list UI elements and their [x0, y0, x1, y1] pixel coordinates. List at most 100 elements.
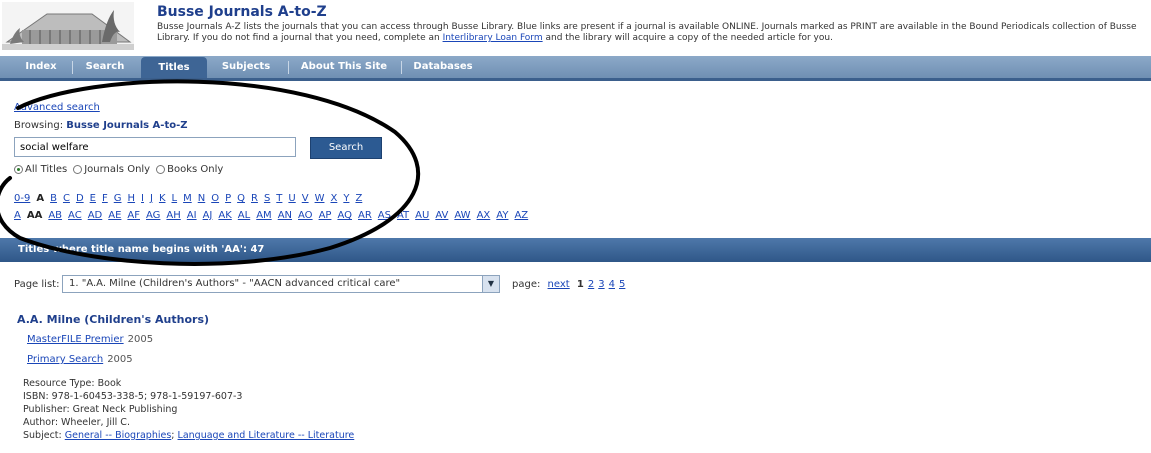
letter-item: AK — [218, 210, 231, 221]
letter-link-ac[interactable]: AC — [68, 210, 82, 221]
letter-link-0-9[interactable]: 0-9 — [14, 193, 30, 204]
letter-link-v[interactable]: V — [302, 193, 309, 204]
letter-link-y[interactable]: Y — [343, 193, 349, 204]
letter-link-m[interactable]: M — [183, 193, 192, 204]
record-details: Resource Type: Book ISBN: 978-1-60453-33… — [23, 377, 354, 442]
letter-link-ad[interactable]: AD — [88, 210, 103, 221]
browsing-label: Browsing: — [14, 120, 64, 131]
alphabet-index: 0-9 A B C D E F G H I J K L M N O P Q R S T U V W X Y Z — [14, 193, 368, 204]
letter-link-s[interactable]: S — [264, 193, 270, 204]
page-list-select[interactable]: 1. "A.A. Milne (Children's Authors" - "A… — [62, 275, 500, 293]
letter-link-ap[interactable]: AP — [319, 210, 332, 221]
letter-link-b[interactable]: B — [50, 193, 57, 204]
letter-item: AF — [127, 210, 140, 221]
letter-link-ar[interactable]: AR — [358, 210, 372, 221]
letter-item: AX — [477, 210, 491, 221]
subject-link-literature[interactable]: Language and Literature -- Literature — [178, 430, 355, 441]
search-input[interactable] — [14, 137, 296, 157]
letter-link-x[interactable]: X — [330, 193, 337, 204]
letter-link-ai[interactable]: AI — [187, 210, 197, 221]
letter-link-i[interactable]: I — [141, 193, 144, 204]
letter-link-ao[interactable]: AO — [298, 210, 313, 221]
letter-link-at[interactable]: AT — [397, 210, 409, 221]
letter-link-z[interactable]: Z — [355, 193, 362, 204]
letter-link-af[interactable]: AF — [127, 210, 140, 221]
nav-search[interactable]: Search — [80, 56, 130, 78]
radio-books-only[interactable]: Books Only — [156, 164, 223, 175]
letter-link-l[interactable]: L — [172, 193, 178, 204]
source-link-masterfile[interactable]: MasterFILE Premier — [27, 334, 124, 345]
next-page-link[interactable]: next — [548, 279, 570, 290]
letter-link-d[interactable]: D — [76, 193, 84, 204]
letter-link-au[interactable]: AU — [415, 210, 429, 221]
letter-link-e[interactable]: E — [90, 193, 96, 204]
page-header: Busse Journals A-to-Z Busse Journals A-Z… — [0, 0, 1151, 52]
page-link-2[interactable]: 2 — [588, 279, 594, 290]
page-link-4[interactable]: 4 — [609, 279, 615, 290]
letter-item: J — [150, 193, 153, 204]
radio-label: Books Only — [167, 164, 224, 175]
letter-link-am[interactable]: AM — [256, 210, 271, 221]
letter-link-c[interactable]: C — [63, 193, 70, 204]
page-link-3[interactable]: 3 — [598, 279, 604, 290]
advanced-search-link[interactable]: Advanced search — [14, 102, 100, 113]
letter-link-ag[interactable]: AG — [146, 210, 160, 221]
letter-link-ah[interactable]: AH — [166, 210, 180, 221]
letter-link-aj[interactable]: AJ — [203, 210, 213, 221]
letter-link-av[interactable]: AV — [435, 210, 448, 221]
source-row: Primary Search 2005 — [27, 354, 133, 365]
letter-link-q[interactable]: Q — [237, 193, 245, 204]
letter-link-j[interactable]: J — [150, 193, 153, 204]
page-label: page: — [512, 279, 541, 290]
letter-link-w[interactable]: W — [315, 193, 325, 204]
letter-link-al[interactable]: AL — [238, 210, 250, 221]
letter-link-a[interactable]: A — [14, 210, 21, 221]
letter-item: N — [198, 193, 205, 204]
letter-link-az[interactable]: AZ — [514, 210, 528, 221]
letter-link-an[interactable]: AN — [278, 210, 292, 221]
nav-databases[interactable]: Databases — [408, 56, 478, 78]
letter-link-f[interactable]: F — [102, 193, 108, 204]
letter-link-h[interactable]: H — [128, 193, 136, 204]
letter-link-ax[interactable]: AX — [477, 210, 491, 221]
letter-link-ak[interactable]: AK — [218, 210, 231, 221]
radio-unselected-icon — [73, 165, 83, 174]
title-type-options: All Titles Journals Only Books Only — [14, 164, 223, 175]
current-page: 1 — [576, 279, 584, 290]
letter-item: 0-9 — [14, 193, 30, 204]
letter-item: AC — [68, 210, 82, 221]
letter-link-n[interactable]: N — [198, 193, 205, 204]
radio-selected-icon — [14, 165, 23, 174]
browsing-info: Browsing: Busse Journals A-to-Z — [14, 120, 188, 131]
source-link-primary-search[interactable]: Primary Search — [27, 354, 103, 365]
letter-link-ay[interactable]: AY — [496, 210, 508, 221]
letter-link-r[interactable]: R — [251, 193, 258, 204]
letter-link-aq[interactable]: AQ — [337, 210, 352, 221]
nav-divider — [288, 61, 289, 74]
letter-link-o[interactable]: O — [211, 193, 219, 204]
letter-link-ae[interactable]: AE — [108, 210, 121, 221]
letter-item: P — [225, 193, 231, 204]
letter-item: AE — [108, 210, 121, 221]
letter-link-t[interactable]: T — [276, 193, 282, 204]
nav-titles[interactable]: Titles — [141, 57, 207, 78]
interlibrary-loan-link[interactable]: Interlibrary Loan Form — [443, 33, 543, 43]
letter-link-aw[interactable]: AW — [454, 210, 470, 221]
letter-link-k[interactable]: K — [159, 193, 166, 204]
nav-index[interactable]: Index — [16, 56, 66, 78]
page-link-5[interactable]: 5 — [619, 279, 625, 290]
radio-all-titles[interactable]: All Titles — [14, 164, 67, 175]
search-button[interactable]: Search — [310, 137, 382, 159]
letter-link-p[interactable]: P — [225, 193, 231, 204]
radio-journals-only[interactable]: Journals Only — [73, 164, 150, 175]
nav-about[interactable]: About This Site — [294, 56, 394, 78]
subject-link-biographies[interactable]: General -- Biographies — [65, 430, 172, 441]
letter-link-as[interactable]: AS — [378, 210, 391, 221]
letter-link-ab[interactable]: AB — [48, 210, 62, 221]
chevron-down-icon[interactable]: ▼ — [482, 276, 499, 292]
letter-link-g[interactable]: G — [114, 193, 122, 204]
letter-link-u[interactable]: U — [288, 193, 295, 204]
letter-item: E — [90, 193, 96, 204]
nav-divider — [72, 61, 73, 74]
nav-subjects[interactable]: Subjects — [212, 56, 280, 78]
